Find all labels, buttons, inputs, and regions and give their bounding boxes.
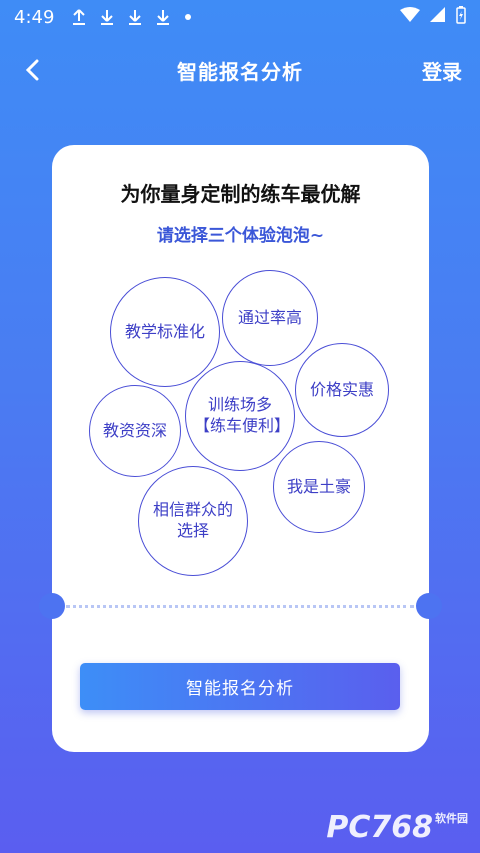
card-divider bbox=[66, 605, 414, 608]
back-button[interactable] bbox=[16, 54, 48, 86]
status-time: 4:49 bbox=[14, 6, 55, 28]
download-icon bbox=[101, 10, 114, 25]
download-icon bbox=[157, 10, 170, 25]
card-notch-left bbox=[39, 593, 65, 619]
watermark-logo: PC768 软件园 bbox=[326, 810, 468, 845]
battery-icon bbox=[456, 6, 466, 24]
bubble-senior-instructors[interactable]: 教资资深 bbox=[89, 385, 181, 477]
dot-icon bbox=[185, 14, 192, 20]
header: 智能报名分析 登录 bbox=[0, 46, 480, 94]
status-system-icons bbox=[400, 6, 466, 24]
login-button[interactable]: 登录 bbox=[422, 56, 462, 85]
bubble-high-pass-rate[interactable]: 通过率高 bbox=[222, 270, 318, 366]
bubble-affordable-price[interactable]: 价格实惠 bbox=[295, 343, 389, 437]
signal-icon bbox=[430, 7, 445, 22]
upload-icon bbox=[73, 9, 86, 25]
status-bar: 4:49 bbox=[0, 0, 480, 34]
page-title: 智能报名分析 bbox=[177, 59, 303, 84]
download-icon bbox=[129, 10, 142, 25]
card-notch-right bbox=[416, 593, 442, 619]
analyze-button[interactable]: 智能报名分析 bbox=[80, 663, 400, 710]
chevron-left-icon bbox=[25, 59, 39, 81]
card-subtitle: 请选择三个体验泡泡~ bbox=[156, 226, 325, 246]
bubble-standard-teaching[interactable]: 教学标准化 bbox=[110, 277, 220, 387]
card-title: 为你量身定制的练车最优解 bbox=[120, 182, 361, 206]
wifi-icon bbox=[400, 7, 420, 22]
bubble-trust-the-crowd[interactable]: 相信群众的选择 bbox=[138, 466, 248, 576]
status-notification-icons bbox=[72, 8, 192, 26]
bubble-rich[interactable]: 我是土豪 bbox=[273, 441, 365, 533]
bubble-many-training-grounds[interactable]: 训练场多【练车便利】 bbox=[185, 361, 295, 471]
